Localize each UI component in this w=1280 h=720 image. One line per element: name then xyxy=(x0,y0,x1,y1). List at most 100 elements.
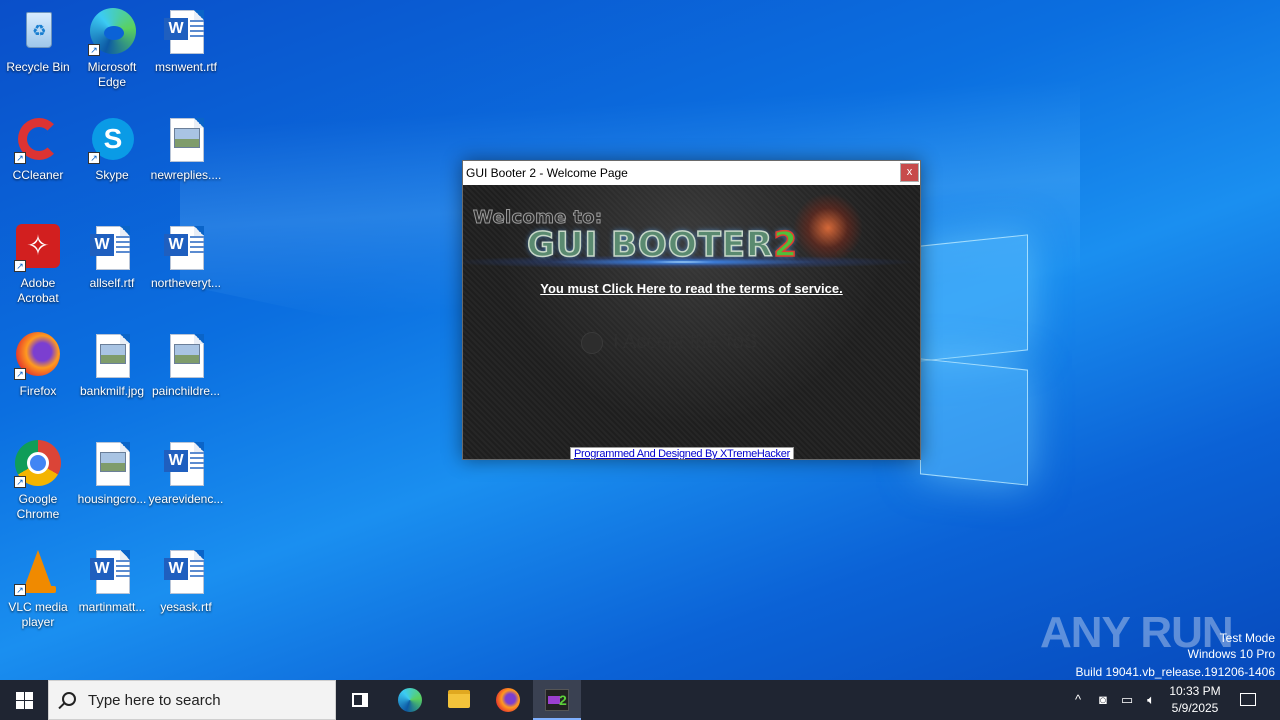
network-button[interactable]: ▭ xyxy=(1117,680,1137,720)
desktop-icon-label: painchildre... xyxy=(151,384,221,398)
desktop-icon-label: northeveryt... xyxy=(150,276,222,290)
desktop-icon-firefox[interactable]: ↗ Firefox xyxy=(0,332,76,399)
windows-logo-wallpaper xyxy=(920,234,1030,486)
close-button[interactable]: x xyxy=(900,163,919,182)
radio-button-icon[interactable] xyxy=(581,331,603,354)
desktop-icon-yesask-rtf[interactable]: W yesask.rtf xyxy=(148,548,224,615)
accept-tos-radio[interactable]: I Accept the ToS xyxy=(581,331,757,354)
desktop-icon-northeveryt[interactable]: W northeveryt... xyxy=(148,224,224,291)
clock-time: 10:33 PM xyxy=(1169,684,1221,698)
test-mode-label: Test Mode xyxy=(1219,631,1275,645)
desktop-icon-recycle-bin[interactable]: ♻ Recycle Bin xyxy=(0,8,76,75)
desktop-icon-label: Recycle Bin xyxy=(6,60,70,74)
speaker-icon: 🔈︎ xyxy=(1147,692,1155,707)
desktop-icon-google-chrome[interactable]: ↗ Google Chrome xyxy=(0,440,76,522)
camera-icon: ◙ xyxy=(1099,692,1107,707)
desktop-icon-housingcro[interactable]: housingcro... xyxy=(74,440,150,507)
ccleaner-icon: ↗ xyxy=(14,116,62,164)
logo-number: 2 xyxy=(773,224,798,266)
desktop-icon-microsoft-edge[interactable]: ↗ Microsoft Edge xyxy=(74,8,150,90)
shortcut-arrow-icon: ↗ xyxy=(14,368,26,380)
window-title: GUI Booter 2 - Welcome Page xyxy=(466,166,628,180)
desktop-icon-vlc[interactable]: ↗ VLC media player xyxy=(0,548,76,630)
taskbar-search-box[interactable]: Type here to search xyxy=(48,680,336,720)
chrome-icon: ↗ xyxy=(14,440,62,488)
build-label: Build 19041.vb_release.191206-1406 xyxy=(1075,665,1276,679)
adobe-acrobat-icon: ✧ ↗ xyxy=(14,224,62,272)
desktop-icon-bankmilf-jpg[interactable]: bankmilf.jpg xyxy=(74,332,150,399)
skype-icon: S ↗ xyxy=(88,116,136,164)
desktop-icon-skype[interactable]: S ↗ Skype xyxy=(74,116,150,183)
taskbar-edge[interactable] xyxy=(386,680,434,720)
start-button[interactable] xyxy=(0,680,48,720)
taskbar-file-explorer[interactable] xyxy=(435,680,483,720)
desktop-icon-label: Google Chrome xyxy=(16,492,60,521)
logo-text: GUI BOOTER xyxy=(526,224,774,266)
terms-of-service-link[interactable]: You must Click Here to read the terms of… xyxy=(463,281,920,296)
chevron-up-icon: ^ xyxy=(1074,692,1082,707)
image-file-icon xyxy=(88,440,136,488)
taskbar-firefox[interactable] xyxy=(484,680,532,720)
word-document-icon: W xyxy=(162,548,210,596)
action-center-button[interactable] xyxy=(1234,680,1262,720)
desktop-icon-label: Skype xyxy=(95,168,129,182)
desktop-icon-painchildre[interactable]: painchildre... xyxy=(148,332,224,399)
image-file-icon xyxy=(162,116,210,164)
os-edition-label: Windows 10 Pro xyxy=(1187,647,1275,661)
taskbar: Type here to search 2 ^ ◙ ▭ 🔈︎ 10:33 PM … xyxy=(0,680,1280,720)
desktop-icon-label: Adobe Acrobat xyxy=(17,276,59,305)
fire-effect-decoration xyxy=(793,193,863,263)
desktop-icon-label: yearevidenc... xyxy=(148,492,224,506)
desktop-icon-ccleaner[interactable]: ↗ CCleaner xyxy=(0,116,76,183)
firefox-icon xyxy=(496,688,520,712)
gui-booter-app-icon: 2 xyxy=(545,689,569,711)
notification-icon xyxy=(1240,693,1256,706)
vlc-cone-icon: ↗ xyxy=(14,548,62,596)
shortcut-arrow-icon: ↗ xyxy=(14,152,26,164)
shortcut-arrow-icon: ↗ xyxy=(14,584,26,596)
desktop-icon-newreplies[interactable]: newreplies.... xyxy=(148,116,224,183)
desktop-icon-label: allself.rtf xyxy=(89,276,135,290)
word-document-icon: W xyxy=(162,8,210,56)
shortcut-arrow-icon: ↗ xyxy=(14,260,26,272)
window-titlebar[interactable]: GUI Booter 2 - Welcome Page x xyxy=(463,161,920,185)
desktop-icon-label: Firefox xyxy=(19,384,57,398)
search-icon xyxy=(62,692,76,706)
word-document-icon: W xyxy=(88,548,136,596)
credit-link[interactable]: Programmed And Designed By XTremeHacker xyxy=(570,447,794,459)
gui-booter-window: GUI Booter 2 - Welcome Page x Welcome to… xyxy=(462,160,921,460)
desktop-icon-yearevidenc[interactable]: W yearevidenc... xyxy=(148,440,224,507)
taskbar-gui-booter[interactable]: 2 xyxy=(533,680,581,720)
desktop-icon-martinmatt[interactable]: W martinmatt... xyxy=(74,548,150,615)
accept-tos-label: I Accept the ToS xyxy=(613,331,758,353)
word-document-icon: W xyxy=(162,440,210,488)
desktop-icon-label: newreplies.... xyxy=(150,168,222,182)
desktop-icon-label: bankmilf.jpg xyxy=(79,384,145,398)
volume-button[interactable]: 🔈︎ xyxy=(1140,680,1162,720)
folder-icon xyxy=(448,690,470,708)
shortcut-arrow-icon: ↗ xyxy=(14,476,26,488)
desktop-icon-label: Microsoft Edge xyxy=(87,60,137,89)
desktop-icon-label: yesask.rtf xyxy=(160,600,212,614)
desktop-icon-label: msnwent.rtf xyxy=(154,60,217,74)
welcome-panel: Welcome to: GUI BOOTER2 You must Click H… xyxy=(463,185,920,459)
clock-date: 5/9/2025 xyxy=(1171,701,1219,715)
recycle-bin-icon: ♻ xyxy=(14,8,62,56)
edge-icon xyxy=(398,688,422,712)
desktop-icon-allself-rtf[interactable]: W allself.rtf xyxy=(74,224,150,291)
edge-icon: ↗ xyxy=(88,8,136,56)
taskbar-clock[interactable]: 10:33 PM 5/9/2025 xyxy=(1160,683,1230,717)
desktop-icon-adobe-acrobat[interactable]: ✧ ↗ Adobe Acrobat xyxy=(0,224,76,306)
desktop-icon-label: VLC media player xyxy=(8,600,68,629)
show-hidden-icons-button[interactable]: ^ xyxy=(1069,680,1087,720)
desktop-icon-label: housingcro... xyxy=(77,492,147,506)
shortcut-arrow-icon: ↗ xyxy=(88,152,100,164)
shortcut-arrow-icon: ↗ xyxy=(88,44,100,56)
word-document-icon: W xyxy=(162,224,210,272)
desktop-icon-msnwent-rtf[interactable]: W msnwent.rtf xyxy=(148,8,224,75)
image-file-icon xyxy=(88,332,136,380)
desktop-icon-label: CCleaner xyxy=(12,168,64,182)
network-icon: ▭ xyxy=(1120,692,1134,707)
meet-now-button[interactable]: ◙ xyxy=(1093,680,1113,720)
task-view-button[interactable] xyxy=(336,680,384,720)
